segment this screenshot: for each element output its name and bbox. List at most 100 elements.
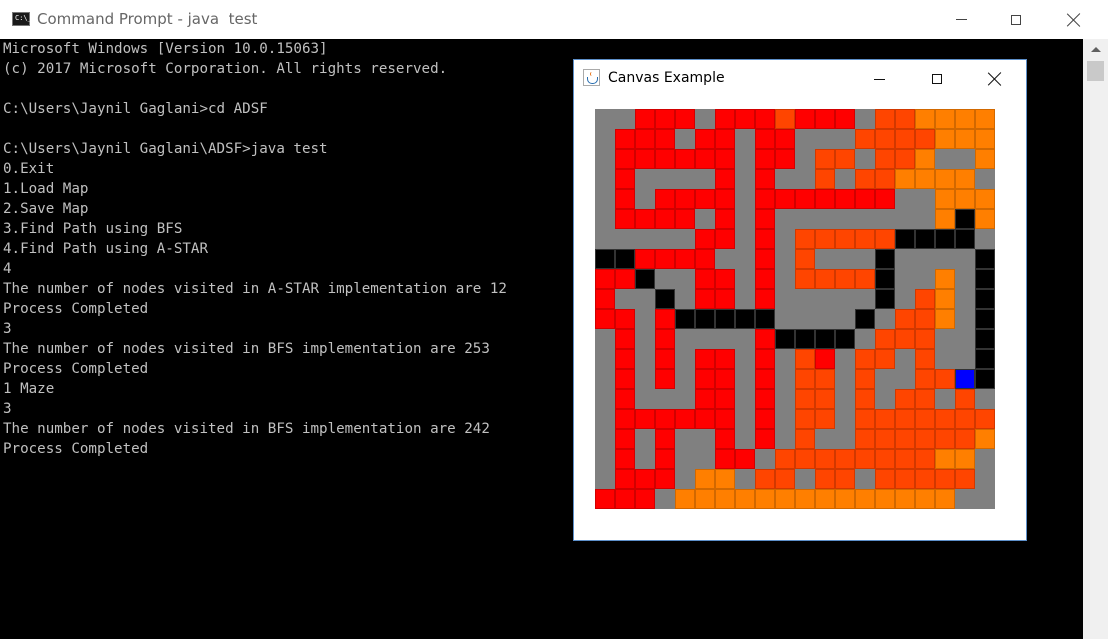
maze-cell-wall-grey — [775, 389, 795, 409]
maze-cell-wall-grey — [835, 369, 855, 389]
maze-cell-path-black — [975, 349, 995, 369]
canvas-minimize-button[interactable] — [850, 60, 908, 98]
cmd-minimize-button[interactable] — [932, 0, 990, 39]
maze-cell-wall-grey — [735, 169, 755, 189]
maze-cell-wall-grey — [835, 289, 855, 309]
maze-cell-visited-orange — [975, 189, 995, 209]
canvas-title-bar[interactable]: Canvas Example — [574, 60, 1026, 98]
maze-cell-visited-red — [715, 369, 735, 389]
cmd-close-button[interactable] — [1045, 0, 1103, 39]
maze-cell-visited-red — [695, 409, 715, 429]
maze-cell-wall-grey — [775, 229, 795, 249]
scroll-up-arrow-icon[interactable] — [1083, 39, 1108, 59]
maze-cell-wall-grey — [735, 409, 755, 429]
maze-cell-visited-red — [655, 109, 675, 129]
maze-cell-visited-orange-red — [935, 409, 955, 429]
maze-cell-path-black — [915, 229, 935, 249]
maze-cell-wall-grey — [775, 289, 795, 309]
maze-cell-visited-orange-red — [855, 129, 875, 149]
maze-cell-visited-orange-red — [855, 349, 875, 369]
maze-cell-visited-red — [735, 109, 755, 129]
maze-cell-wall-grey — [855, 329, 875, 349]
maze-cell-wall-grey — [595, 329, 615, 349]
cmd-title-bar[interactable]: C:\_ Command Prompt - java test — [0, 0, 1108, 39]
maze-cell-visited-red — [595, 489, 615, 509]
maze-cell-path-black — [815, 329, 835, 349]
maze-cell-visited-red — [615, 189, 635, 209]
maze-cell-visited-red — [775, 189, 795, 209]
canvas-close-button[interactable] — [966, 60, 1024, 98]
maze-cell-visited-orange-red — [915, 309, 935, 329]
maze-cell-visited-red — [815, 189, 835, 209]
maze-cell-visited-red — [695, 269, 715, 289]
canvas-maximize-button[interactable] — [908, 60, 966, 98]
maze-cell-visited-red — [635, 149, 655, 169]
maze-cell-visited-orange-red — [915, 469, 935, 489]
maze-cell-visited-red — [695, 389, 715, 409]
maze-cell-wall-grey — [835, 209, 855, 229]
maze-cell-visited-orange-red — [775, 449, 795, 469]
maze-cell-path-black — [855, 309, 875, 329]
maze-cell-path-black — [775, 329, 795, 349]
maze-cell-visited-orange-red — [875, 109, 895, 129]
maze-cell-visited-orange-red — [935, 429, 955, 449]
maze-cell-visited-orange-red — [935, 369, 955, 389]
maze-cell-path-black — [655, 289, 675, 309]
maze-cell-wall-grey — [715, 249, 735, 269]
maze-cell-wall-grey — [735, 269, 755, 289]
maze-cell-wall-grey — [835, 429, 855, 449]
maze-cell-visited-red — [715, 149, 735, 169]
maze-cell-visited-orange — [695, 469, 715, 489]
maze-cell-visited-red — [795, 109, 815, 129]
maze-cell-wall-grey — [975, 469, 995, 489]
maze-cell-wall-grey — [815, 429, 835, 449]
maze-cell-visited-red — [655, 309, 675, 329]
maze-cell-visited-orange-red — [835, 469, 855, 489]
maze-cell-visited-orange — [935, 289, 955, 309]
maze-cell-wall-grey — [735, 209, 755, 229]
maze-cell-wall-grey — [595, 389, 615, 409]
maze-cell-wall-grey — [635, 449, 655, 469]
maze-cell-visited-orange — [975, 429, 995, 449]
maze-cell-wall-grey — [895, 289, 915, 309]
maximize-icon — [932, 74, 942, 84]
maze-cell-wall-grey — [955, 249, 975, 269]
maze-cell-wall-grey — [675, 289, 695, 309]
maze-cell-wall-grey — [855, 249, 875, 269]
maze-cell-visited-orange-red — [875, 169, 895, 189]
maze-cell-wall-grey — [695, 209, 715, 229]
maze-cell-path-black — [635, 269, 655, 289]
maze-cell-wall-grey — [595, 129, 615, 149]
maze-cell-visited-red — [755, 389, 775, 409]
console-line: Microsoft Windows [Version 10.0.15063] — [3, 41, 328, 57]
maze-cell-path-black — [835, 329, 855, 349]
maze-cell-visited-orange — [975, 129, 995, 149]
maze-cell-wall-grey — [895, 349, 915, 369]
maze-cell-visited-red — [615, 449, 635, 469]
maze-cell-visited-orange-red — [915, 289, 935, 309]
maze-cell-wall-grey — [635, 389, 655, 409]
maze-cell-visited-red — [755, 409, 775, 429]
minimize-icon — [955, 19, 967, 20]
maze-cell-visited-orange-red — [815, 409, 835, 429]
cmd-maximize-button[interactable] — [987, 0, 1045, 39]
maze-cell-wall-grey — [835, 409, 855, 429]
maze-cell-visited-orange-red — [895, 449, 915, 469]
maze-cell-visited-orange — [915, 489, 935, 509]
maze-cell-visited-orange-red — [795, 349, 815, 369]
maze-cell-visited-orange-red — [895, 389, 915, 409]
maze-cell-visited-orange-red — [915, 129, 935, 149]
maze-cell-wall-grey — [635, 309, 655, 329]
maze-cell-wall-grey — [655, 229, 675, 249]
maze-cell-visited-orange-red — [895, 469, 915, 489]
cmd-vertical-scrollbar[interactable] — [1083, 39, 1108, 639]
maze-cell-visited-orange — [815, 489, 835, 509]
maze-cell-path-black — [715, 309, 735, 329]
maze-cell-visited-red — [635, 249, 655, 269]
maze-cell-visited-red — [715, 289, 735, 309]
maze-cell-visited-red — [815, 349, 835, 369]
maze-cell-visited-orange-red — [895, 129, 915, 149]
maze-cell-wall-grey — [735, 429, 755, 449]
scrollbar-thumb[interactable] — [1087, 61, 1104, 81]
maze-cell-visited-orange — [935, 129, 955, 149]
